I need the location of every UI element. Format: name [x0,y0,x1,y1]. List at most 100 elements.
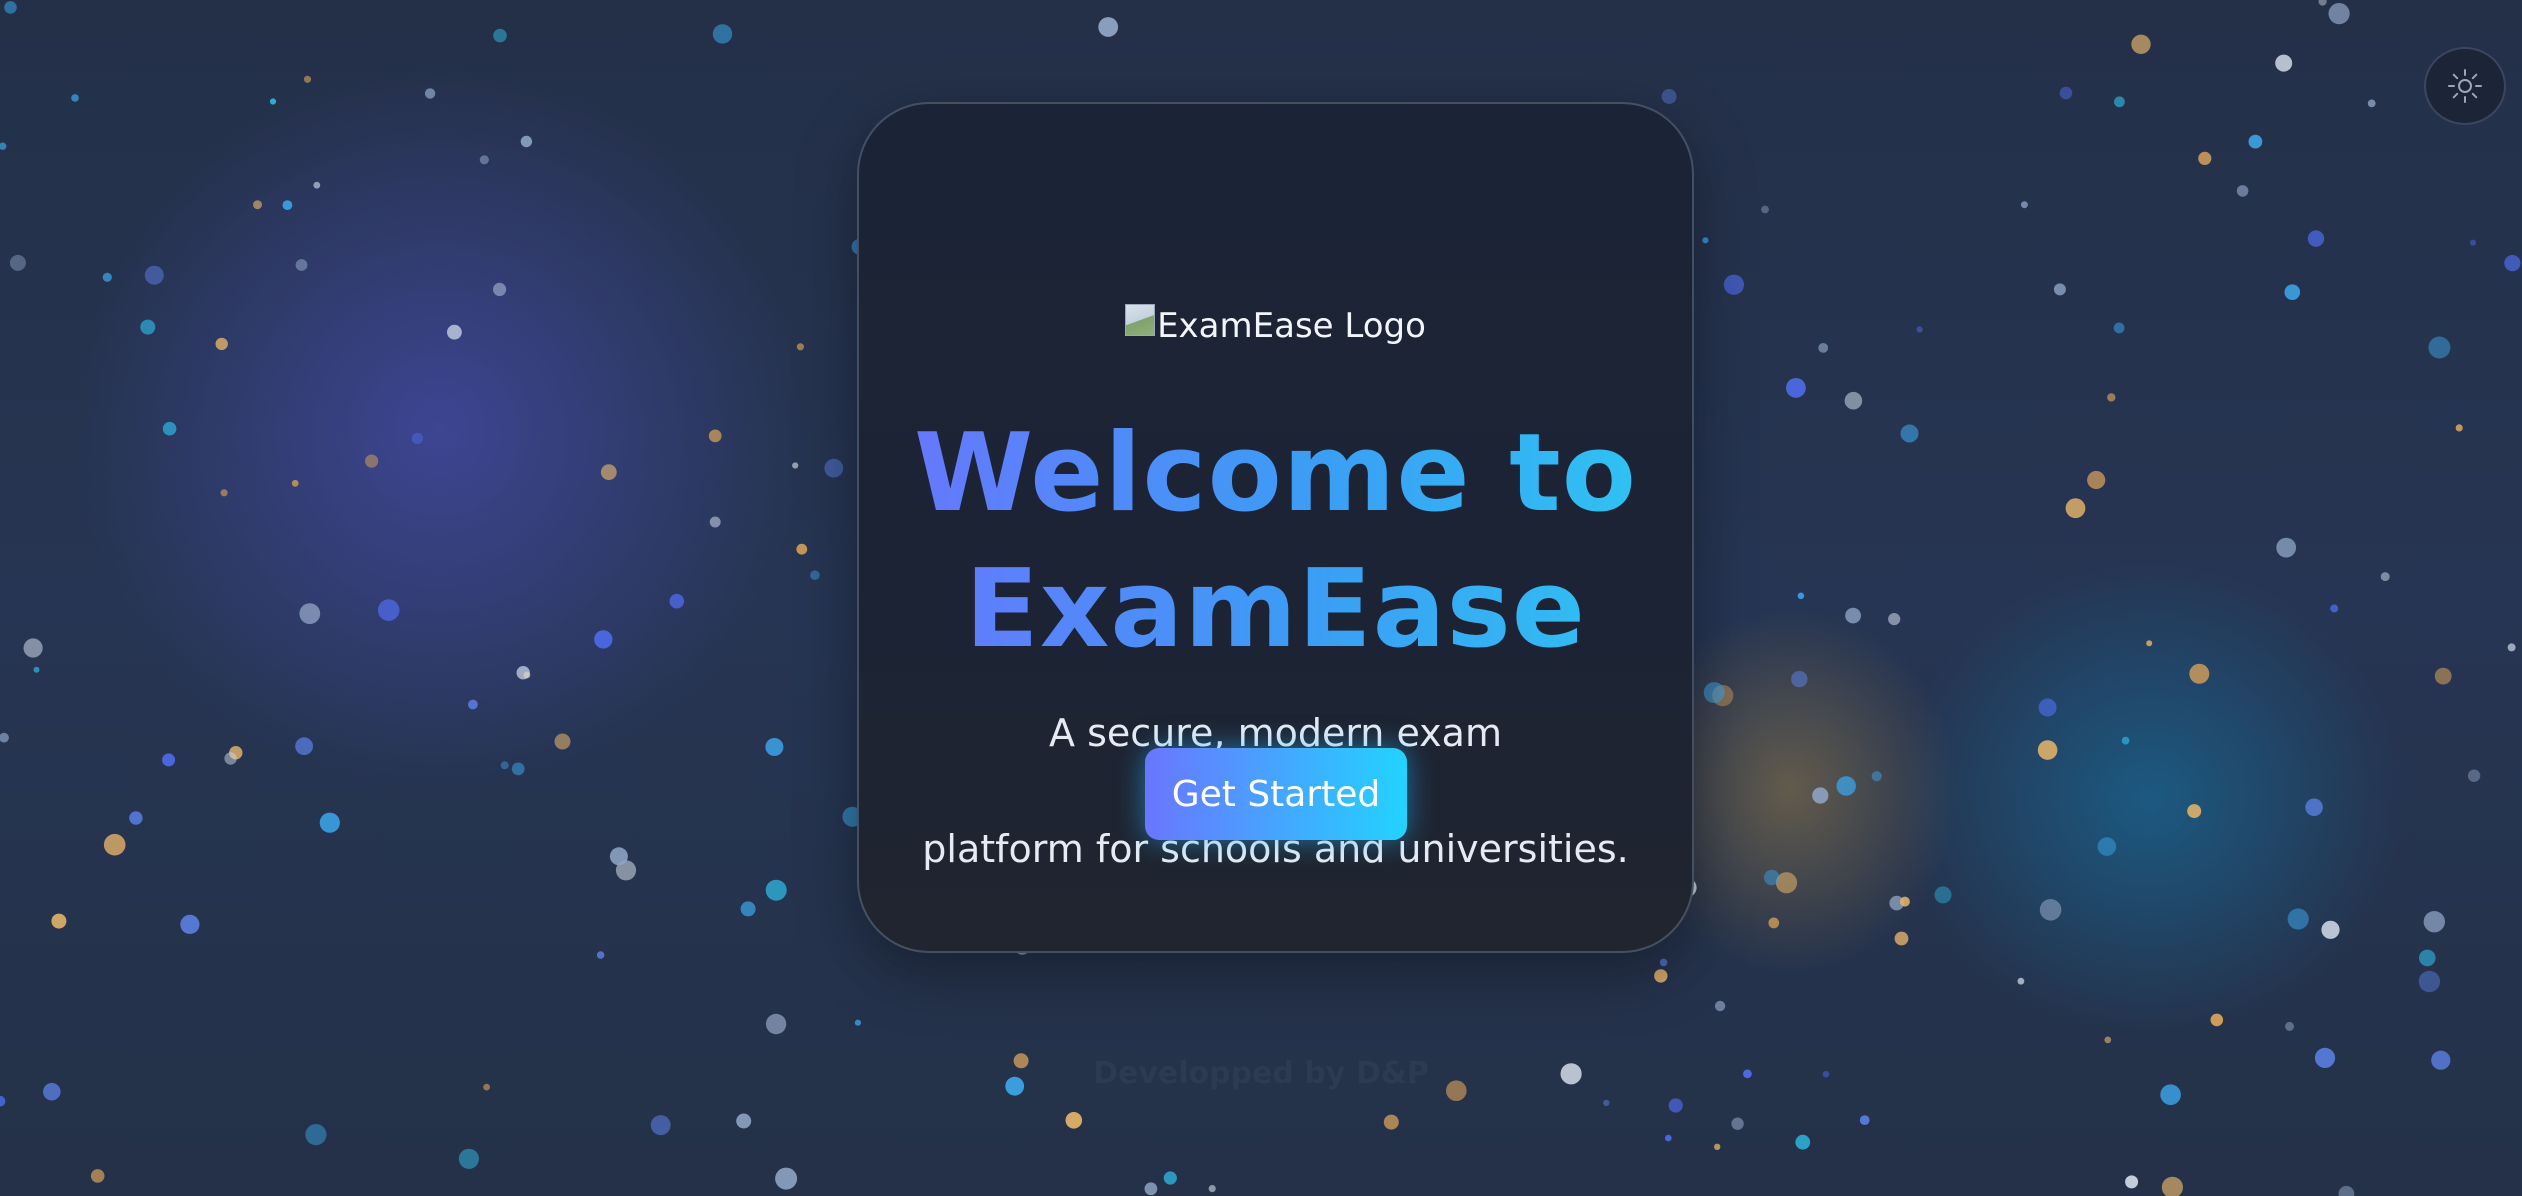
theme-toggle-button[interactable] [2424,47,2506,125]
particle-dot [796,343,805,351]
particle-dot [319,812,340,833]
particle-dot [2104,1036,2112,1044]
particle-dot [2307,230,2325,247]
broken-image-icon [1125,304,1156,336]
particle-dot [1763,869,1780,886]
particle-dot [740,901,756,917]
particle-dot [2107,393,2116,402]
particle-dot [458,1148,479,1169]
page-title: Welcome to ExamEase [859,406,1692,678]
particle-dot [1871,771,1882,782]
particle-dot [2146,640,2153,647]
sun-icon [2448,69,2482,103]
particle-dot [2065,498,2086,519]
particle-dot [2305,798,2323,817]
particle-dot [1731,1117,1744,1130]
particle-dot [2469,239,2477,246]
particle-dot [9,254,26,271]
particle-dot [1916,326,1923,333]
particle-dot [1844,391,1863,410]
particle-dot [2380,572,2390,582]
particle-dot [2248,134,2263,149]
particle-dot [2121,736,2130,745]
particle-dot [824,458,844,478]
get-started-button[interactable]: Get Started [1145,748,1407,840]
particle-dot [2284,284,2301,301]
particle-dot [1714,1143,1721,1151]
particle-dot [511,762,525,776]
particle-dot [2113,322,2125,334]
particle-dot [2161,1176,2183,1196]
particle-dot [516,666,530,680]
particle-dot [1791,670,1808,688]
particle-dot [1208,1185,1216,1193]
particle-dot [554,733,571,750]
particle-dot [23,638,43,658]
particle-dot [2434,667,2452,685]
particle-dot [2330,604,2339,613]
particle-dot [669,593,685,609]
particle-dot [2504,255,2521,272]
particle-dot [2020,201,2028,209]
particle-dot [2097,837,2117,856]
particle-dot [215,337,228,351]
particle-dot [1098,17,1119,37]
particle-dot [765,1013,787,1035]
particle-dot [1836,776,1856,796]
particle-dot [103,833,126,856]
particle-dot [2038,698,2057,717]
particle-dot [854,1019,862,1026]
particle-dot [2276,537,2297,558]
particle-dot [1859,1115,1870,1125]
particle-dot [295,737,313,756]
particle-dot [1768,917,1780,929]
particle-dot [596,951,605,959]
particle-dot [282,200,293,211]
particle-dot [2059,86,2073,100]
particle-dot [305,1124,327,1146]
particle-dot [1703,682,1725,704]
particle-dot [493,282,507,296]
particle-dot [224,752,237,765]
particle-dot [2017,977,2025,985]
particle-dot [1659,958,1668,967]
particle-dot [220,489,228,497]
particle-dot [1845,607,1861,624]
particle-dot [1661,89,1677,104]
particle-dot [1812,787,1829,804]
particle-dot [1934,886,1952,904]
particle-dot [1723,274,1744,295]
particle-dot [2114,96,2125,108]
particle-dot [609,847,628,866]
particle-dot [708,429,722,443]
particle-dot [1665,1134,1672,1142]
particle-dot [1065,1112,1083,1129]
particle-dot [299,603,321,624]
logo: ExamEase Logo [859,304,1692,348]
particle-dot [2318,0,2327,6]
particle-dot [479,155,489,165]
particle-dot [1795,1134,1811,1150]
particle-dot [1654,969,1668,983]
particle-dot [1786,378,1806,398]
particle-dot [500,761,509,770]
particle-dot [712,24,733,44]
particle-dot [0,732,9,743]
particle-dot [1163,1171,1177,1185]
particle-dot [269,98,277,105]
particle-dot [2187,804,2202,819]
particle-dot [2131,34,2151,54]
particle-dot [447,324,462,340]
particle-dot [2321,920,2340,939]
particle-dot [1668,1098,1683,1113]
particle-dot [810,570,820,580]
particle-dot [377,599,400,621]
particle-dot [1702,237,1709,244]
particle-dot [2039,899,2062,921]
particle-dot [765,879,787,901]
particle-dot [33,666,40,673]
particle-dot [162,421,177,436]
particle-dot [520,135,533,148]
particle-dot [2198,151,2212,165]
particle-dot [2428,336,2451,359]
